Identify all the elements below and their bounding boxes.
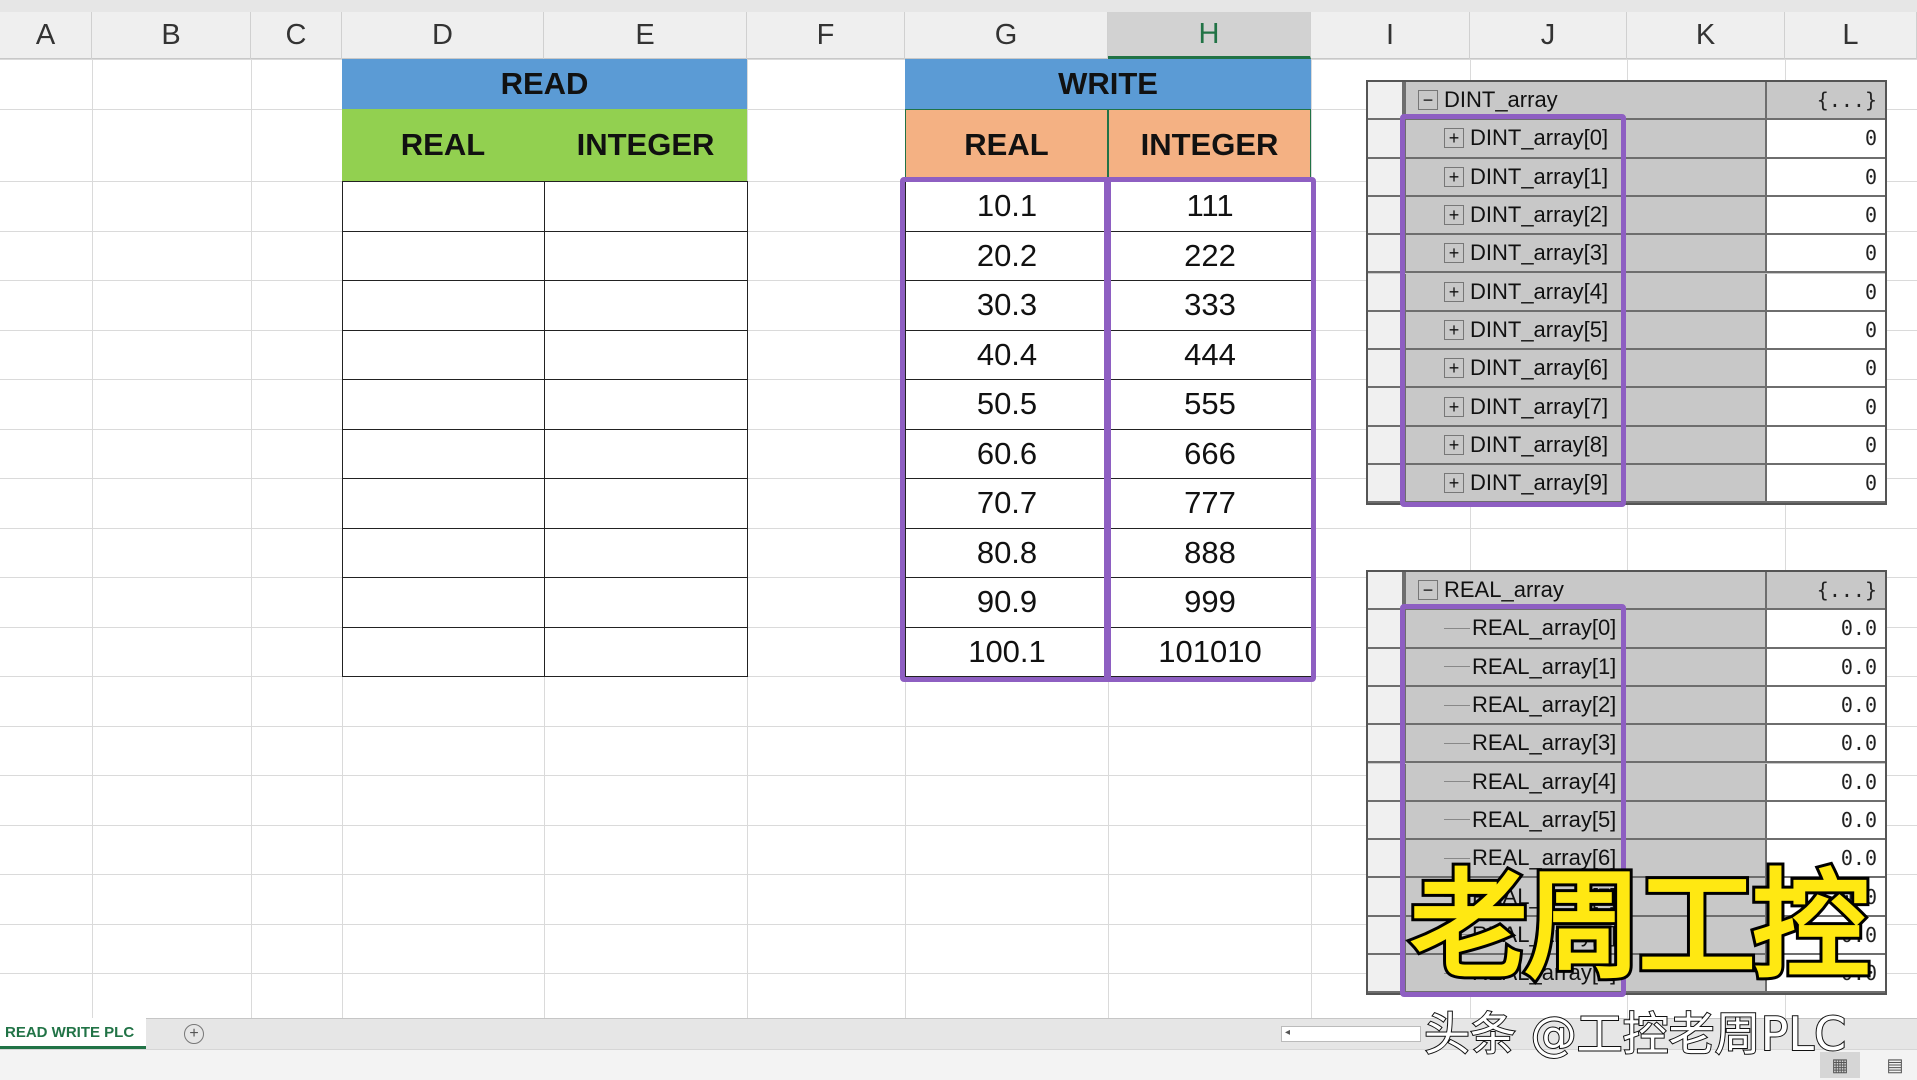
table-cell[interactable] xyxy=(544,280,748,331)
page-layout-icon[interactable]: ▤ xyxy=(1880,1052,1910,1078)
dint_panel-label: DINT_array xyxy=(1444,87,1558,113)
ribbon-edge xyxy=(0,0,1917,12)
column-header-D[interactable]: D xyxy=(342,12,544,59)
column-header-E[interactable]: E xyxy=(544,12,747,59)
read_table-title: READ xyxy=(342,59,747,109)
collapse-icon[interactable]: − xyxy=(1418,580,1438,600)
table-cell[interactable] xyxy=(342,627,545,678)
write_table-title: WRITE xyxy=(905,59,1311,109)
column-header-B[interactable]: B xyxy=(92,12,251,59)
table-cell[interactable] xyxy=(544,231,748,282)
column-header-H[interactable]: H xyxy=(1108,12,1311,59)
highlight-real-column xyxy=(900,177,1111,682)
table-cell[interactable] xyxy=(544,528,748,579)
real_panel-name: −REAL_array xyxy=(1418,572,1564,608)
column-header-C[interactable]: C xyxy=(251,12,342,59)
table-cell[interactable] xyxy=(544,181,748,232)
real_panel-item-value[interactable]: 0.0 xyxy=(1765,725,1885,761)
table-cell[interactable] xyxy=(342,478,545,529)
dint_panel-value: {...} xyxy=(1765,82,1885,118)
dint_panel-item-value[interactable]: 0 xyxy=(1765,350,1885,386)
sheet-tab-read-write-plc[interactable]: READ WRITE PLC xyxy=(0,1018,146,1049)
table-cell[interactable] xyxy=(544,627,748,678)
column-header-L[interactable]: L xyxy=(1785,12,1917,59)
watermark-credit: 头条 @工控老周PLC xyxy=(1424,998,1846,1064)
table-cell[interactable] xyxy=(342,379,545,430)
column-header-bar: ABCDEFGHIJKL xyxy=(0,12,1917,59)
table-cell[interactable] xyxy=(342,181,545,232)
real_panel-item-value[interactable]: 0.0 xyxy=(1765,610,1885,646)
dint_panel-item-value[interactable]: 0 xyxy=(1765,235,1885,271)
real_panel-value: {...} xyxy=(1765,572,1885,608)
table-cell[interactable] xyxy=(342,577,545,628)
real_panel-label: REAL_array xyxy=(1444,577,1564,603)
dint_panel-item-value[interactable]: 0 xyxy=(1765,274,1885,310)
column-header-J[interactable]: J xyxy=(1470,12,1627,59)
real_panel-item-value[interactable]: 0.0 xyxy=(1765,764,1885,800)
dint_panel-item-value[interactable]: 0 xyxy=(1765,120,1885,156)
dint_panel-item-value[interactable]: 0 xyxy=(1765,427,1885,463)
table-cell[interactable] xyxy=(342,528,545,579)
table-cell[interactable] xyxy=(342,280,545,331)
table-cell[interactable] xyxy=(544,379,748,430)
column-header-K[interactable]: K xyxy=(1627,12,1785,59)
read_table-header-integer: INTEGER xyxy=(544,109,747,181)
dint_panel-row-gutter xyxy=(1368,82,1406,118)
dint_panel-item-value[interactable]: 0 xyxy=(1765,388,1885,424)
dint_panel-item-value[interactable]: 0 xyxy=(1765,159,1885,195)
table-cell[interactable] xyxy=(544,330,748,381)
real_panel-row-gutter xyxy=(1368,572,1406,608)
column-header-G[interactable]: G xyxy=(905,12,1108,59)
real_panel-item-value[interactable]: 0.0 xyxy=(1765,687,1885,723)
real_panel-item-value[interactable]: 0.0 xyxy=(1765,649,1885,685)
table-cell[interactable] xyxy=(342,330,545,381)
highlight-integer-column xyxy=(1104,177,1316,682)
column-header-A[interactable]: A xyxy=(0,12,92,59)
dint_panel-item-value[interactable]: 0 xyxy=(1765,312,1885,348)
read_table-header-real: REAL xyxy=(342,109,544,181)
dint_panel-name: −DINT_array xyxy=(1418,82,1558,118)
highlight-dint_panel xyxy=(1400,114,1626,507)
dint_panel-item-value[interactable]: 0 xyxy=(1765,465,1885,501)
write_table-header-real: REAL xyxy=(905,109,1108,181)
dint_panel-item-value[interactable]: 0 xyxy=(1765,197,1885,233)
collapse-icon[interactable]: − xyxy=(1418,90,1438,110)
table-cell[interactable] xyxy=(544,429,748,480)
write_table-header-integer: INTEGER xyxy=(1108,109,1311,181)
horizontal-scrollbar[interactable]: ◂ xyxy=(1281,1026,1421,1042)
watermark-logo: 老周工控 xyxy=(1410,830,1866,1001)
column-header-F[interactable]: F xyxy=(747,12,905,59)
table-cell[interactable] xyxy=(342,231,545,282)
column-header-I[interactable]: I xyxy=(1311,12,1470,59)
table-cell[interactable] xyxy=(544,478,748,529)
add-sheet-button[interactable]: + xyxy=(184,1024,204,1044)
table-cell[interactable] xyxy=(342,429,545,480)
table-cell[interactable] xyxy=(544,577,748,628)
